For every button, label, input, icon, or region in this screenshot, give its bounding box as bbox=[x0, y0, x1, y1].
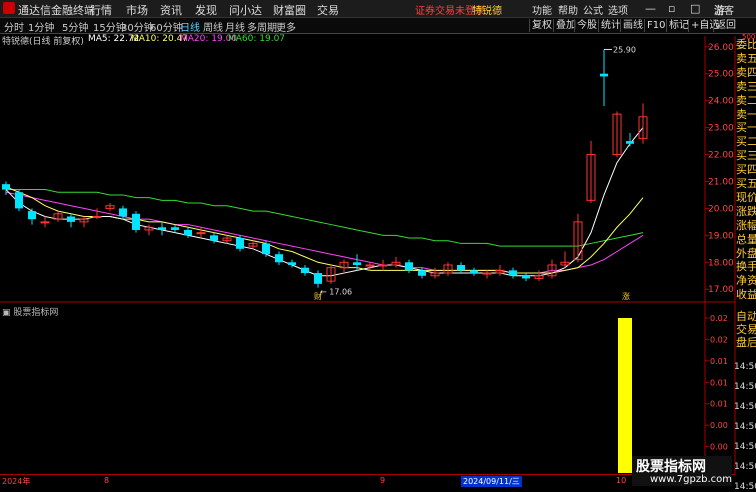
candle-body-down bbox=[626, 141, 634, 144]
candle-body-down bbox=[600, 73, 608, 77]
candle-body-down bbox=[470, 270, 478, 274]
candle-body-down bbox=[262, 243, 270, 255]
indicator-tick-label: 0.01 bbox=[710, 400, 728, 409]
candle-body-down bbox=[184, 229, 192, 236]
side-time-label: 14:50 bbox=[734, 402, 756, 412]
indicator-tick-label: 0.00 bbox=[710, 443, 728, 452]
price-tick-label: 18.00 bbox=[708, 258, 734, 268]
watermark-title: 股票指标网 bbox=[636, 459, 706, 475]
candle-body-down bbox=[236, 238, 244, 249]
candle-body-down bbox=[158, 227, 166, 230]
side-label: 盘后 bbox=[736, 336, 756, 349]
price-tick-label: 22.00 bbox=[708, 151, 734, 161]
candle-body-down bbox=[210, 235, 218, 241]
candle-body-up bbox=[482, 272, 492, 275]
indicator-tick-label: 0.02 bbox=[710, 314, 728, 323]
candle-body-down bbox=[405, 262, 413, 271]
candle-body-down bbox=[457, 264, 465, 271]
ma60-line bbox=[6, 189, 644, 247]
candle-body-up bbox=[378, 264, 388, 267]
candle-body-down bbox=[67, 216, 75, 222]
indicator-tick-label: 0.00 bbox=[710, 421, 728, 430]
candle-body-up bbox=[92, 215, 102, 218]
candle-body-down bbox=[418, 270, 426, 276]
candle-body-down bbox=[15, 192, 23, 209]
side-time-label: 14:50 bbox=[734, 482, 756, 492]
indicator-name: 股票指标网 bbox=[13, 308, 59, 318]
candle-body-down bbox=[509, 270, 517, 276]
candle-body-down bbox=[301, 267, 309, 274]
side-label: 收益 bbox=[736, 288, 756, 302]
price-tick-label: 24.00 bbox=[708, 97, 734, 107]
indicator-tick-label: 0.01 bbox=[710, 357, 728, 366]
side-time-label: 14:50 bbox=[734, 422, 756, 432]
indicator-tick-label: 0.02 bbox=[710, 335, 728, 344]
ma5-line bbox=[5, 127, 644, 277]
indicator-bar bbox=[618, 318, 632, 473]
high-price-label: 25.90 bbox=[613, 45, 636, 54]
price-tick-label: 25.00 bbox=[708, 70, 734, 80]
side-time-label: 14:50 bbox=[734, 382, 756, 392]
candle-body-down bbox=[28, 211, 36, 220]
indicator-dropdown-icon[interactable]: ▣ bbox=[2, 308, 11, 318]
price-tick-label: 19.00 bbox=[708, 231, 734, 241]
date-label: 8 bbox=[104, 476, 110, 485]
date-axis: 2024年 8 9 2024/09/11/三 10 bbox=[0, 474, 735, 488]
candle-body-down bbox=[132, 213, 140, 230]
candle-body-up bbox=[40, 221, 50, 224]
price-tick-label: 17.00 bbox=[708, 285, 734, 295]
event-marker-cai: 财 bbox=[314, 291, 322, 301]
candle-body-down bbox=[275, 254, 283, 263]
candle-body-up bbox=[196, 232, 206, 235]
cursor-date-label: 2024/09/11/三 bbox=[461, 476, 522, 487]
candle-body-down bbox=[314, 273, 322, 284]
price-tick-label: 26.00 bbox=[708, 43, 734, 53]
event-marker-zhang: 涨 bbox=[622, 291, 630, 301]
date-label: 2024年 bbox=[2, 477, 31, 486]
watermark-url: www.7gpzb.com bbox=[650, 474, 732, 485]
candle-body-down bbox=[2, 184, 10, 190]
ma10-line bbox=[5, 186, 644, 274]
candle-body-down bbox=[522, 275, 530, 279]
candle-body-down bbox=[171, 227, 179, 230]
kline-chart[interactable]: 50026.0025.0024.0023.0022.0021.0020.0019… bbox=[0, 0, 756, 487]
date-label: 10 bbox=[616, 476, 627, 485]
price-tick-label: 23.00 bbox=[708, 124, 734, 134]
date-label: 9 bbox=[380, 476, 386, 485]
price-tick-label: 21.00 bbox=[708, 177, 734, 187]
price-tick-label: 20.00 bbox=[708, 204, 734, 214]
low-price-label: ← 17.06 bbox=[320, 288, 352, 297]
side-time-label: 14:50 bbox=[734, 442, 756, 452]
indicator-tick-label: 0.01 bbox=[710, 378, 728, 387]
candle-body-up bbox=[365, 264, 375, 267]
candle-body-down bbox=[353, 262, 361, 265]
indicator-header: ▣ 股票指标网 bbox=[2, 305, 58, 318]
candle-body-down bbox=[119, 208, 127, 217]
side-time-label: 14:50 bbox=[734, 362, 756, 372]
watermark: 股票指标网 www.7gpzb.com bbox=[632, 456, 732, 486]
side-time-label: 14:50 bbox=[734, 462, 756, 472]
candle-body-down bbox=[288, 262, 296, 265]
ma20-line bbox=[5, 191, 644, 274]
